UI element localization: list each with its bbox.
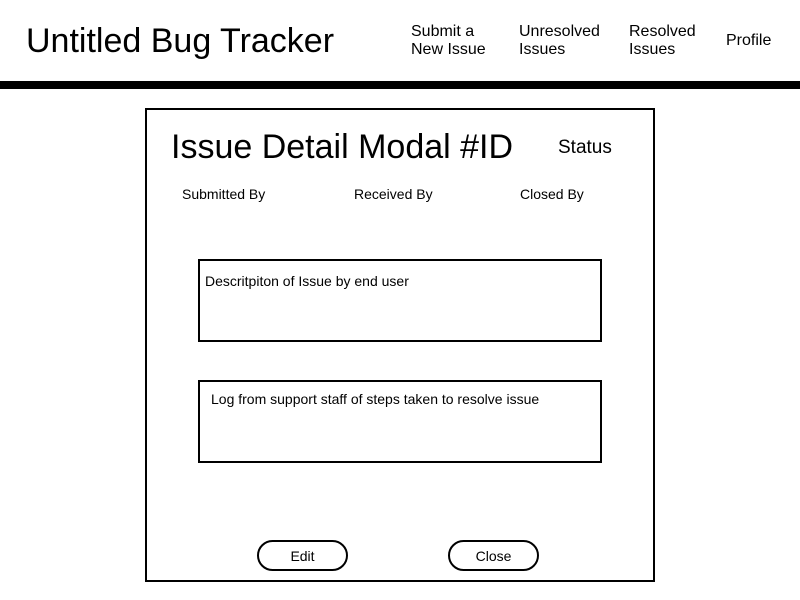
support-log-text: Log from support staff of steps taken to… [211, 391, 540, 407]
nav-label: Resolved [629, 23, 696, 40]
issue-detail-modal: Issue Detail Modal #ID Status Submitted … [145, 108, 655, 582]
description-box[interactable]: Descritpiton of Issue by end user [198, 259, 602, 342]
header-divider [0, 81, 800, 89]
nav-label: Submit a [411, 23, 475, 40]
edit-button[interactable]: Edit [257, 540, 348, 571]
support-log-box[interactable]: Log from support staff of steps taken to… [198, 380, 602, 463]
nav-label: Issues [519, 41, 566, 58]
close-button[interactable]: Close [448, 540, 539, 571]
submitted-by-label: Submitted By [182, 186, 266, 202]
received-by-label: Received By [354, 186, 433, 202]
modal-title: Issue Detail Modal #ID [171, 128, 514, 166]
status-label: Status [558, 137, 612, 158]
nav-label: New Issue [411, 41, 486, 58]
closed-by-label: Closed By [520, 186, 584, 202]
nav-label: Issues [629, 41, 676, 58]
nav-profile[interactable]: Profile [726, 32, 771, 50]
description-text: Descritpiton of Issue by end user [205, 273, 409, 289]
nav-resolved-issues[interactable]: Resolved Issues [629, 23, 696, 59]
nav-unresolved-issues[interactable]: Unresolved Issues [519, 23, 600, 59]
nav-submit-issue[interactable]: Submit a New Issue [411, 23, 486, 59]
nav-label: Unresolved [519, 23, 600, 40]
app-title: Untitled Bug Tracker [26, 22, 335, 60]
